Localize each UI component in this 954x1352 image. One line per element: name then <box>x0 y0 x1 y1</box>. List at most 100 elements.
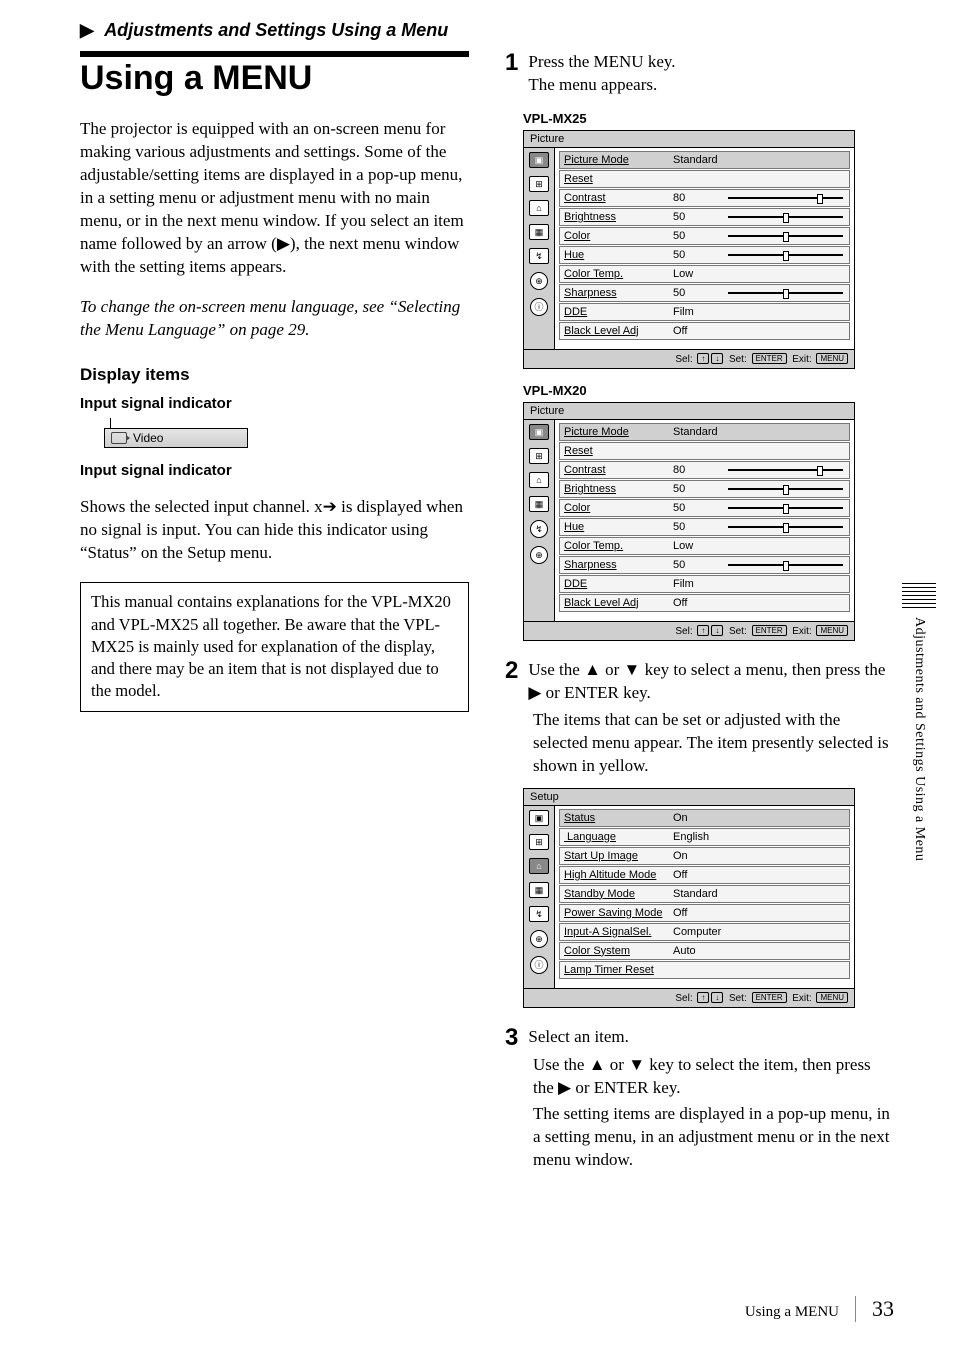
osd-row: Sharpness50 <box>559 284 850 302</box>
osd-row-value: Off <box>669 597 728 609</box>
step-number: 1 <box>505 51 518 97</box>
input-indicator-label: Input signal indicator <box>80 395 469 412</box>
step3-line2: Use the ▲ or ▼ key to select the item, t… <box>533 1054 894 1100</box>
osd-row-label: Color Temp. <box>560 540 669 552</box>
step3-line3: The setting items are displayed in a pop… <box>533 1103 894 1172</box>
side-tab-text: Adjustments and Settings Using a Menu <box>911 617 927 861</box>
osd-row-value: 50 <box>669 211 728 223</box>
osd-row-label: Standby Mode <box>560 888 669 900</box>
osd-row: Black Level AdjOff <box>559 322 850 340</box>
footer-title: Using a MENU <box>745 1304 839 1321</box>
step-2: 2 Use the ▲ or ▼ key to select a menu, t… <box>505 659 894 705</box>
step1-line1: Press the MENU key. <box>528 51 675 74</box>
osd-slider <box>728 193 843 203</box>
osd-row-label: Start Up Image <box>560 850 669 862</box>
osd-row-value: Standard <box>669 154 728 166</box>
osd-category-icon: ⓘ <box>530 298 548 316</box>
osd-row: Contrast80 <box>559 189 850 207</box>
osd-category-icon: ▦ <box>529 882 549 898</box>
osd-row-label: Sharpness <box>560 559 669 571</box>
osd-row-label: Black Level Adj <box>560 597 669 609</box>
osd-row-value: Off <box>669 869 728 881</box>
osd-row-value: Film <box>669 306 728 318</box>
osd-row-value: 50 <box>669 559 728 571</box>
osd-slider <box>728 250 843 260</box>
osd-category-icon: ▣ <box>529 424 549 440</box>
input-indicator-body: Shows the selected input channel. x➔ is … <box>80 496 469 565</box>
h1-rule <box>80 51 469 57</box>
osd-row-value: 50 <box>669 249 728 261</box>
osd-row-value: Film <box>669 578 728 590</box>
osd-row: High Altitude ModeOff <box>559 866 850 884</box>
osd-row-label: Color <box>560 502 669 514</box>
osd-category-icon: ⌂ <box>529 200 549 216</box>
osd-category-icon: ↯ <box>529 248 549 264</box>
input-indicator-heading: Input signal indicator <box>80 462 469 479</box>
osd-row: Picture ModeStandard <box>559 151 850 169</box>
osd-row-label: Power Saving Mode <box>560 907 669 919</box>
section-heading: ▶ Adjustments and Settings Using a Menu <box>80 20 894 41</box>
osd-row-label: Color <box>560 230 669 242</box>
osd-row: Color50 <box>559 227 850 245</box>
step-number: 3 <box>505 1026 518 1050</box>
osd-row: Power Saving ModeOff <box>559 904 850 922</box>
osd-row-label: Brightness <box>560 483 669 495</box>
osd-row: Picture ModeStandard <box>559 423 850 441</box>
osd-category-icon: ⌂ <box>529 472 549 488</box>
osd-category-icon: ⊕ <box>530 546 548 564</box>
osd-row: Color Temp.Low <box>559 265 850 283</box>
osd-row-value: On <box>669 850 728 862</box>
osd-footer: Sel: ↑↓ Set: ENTER Exit: MENU <box>524 988 854 1007</box>
manual-note-box: This manual contains explanations for th… <box>80 582 469 711</box>
osd-row-label: DDE <box>560 578 669 590</box>
osd-category-icon: ⊞ <box>529 834 549 850</box>
osd-row: Hue50 <box>559 518 850 536</box>
video-label: Video <box>133 431 163 445</box>
step-number: 2 <box>505 659 518 705</box>
osd-row: Black Level AdjOff <box>559 594 850 612</box>
osd-row-value: Auto <box>669 945 728 957</box>
osd-icon-strip: ▣⊞⌂▦↯⊕ⓘ <box>524 148 555 349</box>
osd-row: Hue50 <box>559 246 850 264</box>
osd-slider <box>728 231 843 241</box>
osd-row-value: 50 <box>669 287 728 299</box>
osd-row: Standby ModeStandard <box>559 885 850 903</box>
osd-row-value: 50 <box>669 230 728 242</box>
osd-category-icon: ⊞ <box>529 448 549 464</box>
osd-row-label: Sharpness <box>560 287 669 299</box>
osd-row-value: Off <box>669 325 728 337</box>
osd-row-label: Picture Mode <box>560 154 669 166</box>
osd-row: Contrast80 <box>559 461 850 479</box>
osd-category-icon: ⓘ <box>530 956 548 974</box>
osd-row: Reset <box>559 442 850 460</box>
osd-row-value: On <box>669 812 728 824</box>
osd-row-value: 50 <box>669 521 728 533</box>
osd-category-icon: ▣ <box>529 810 549 826</box>
osd-row-value: 80 <box>669 464 728 476</box>
osd-row: Input-A SignalSel.Computer <box>559 923 850 941</box>
osd-title: Setup <box>524 789 854 806</box>
osd-slider <box>728 503 843 513</box>
osd-row-label: Reset <box>560 445 669 457</box>
osd-slider <box>728 484 843 494</box>
section-heading-text: Adjustments and Settings Using a Menu <box>104 20 448 40</box>
osd-row: Brightness50 <box>559 480 850 498</box>
osd-row-value: Standard <box>669 426 728 438</box>
osd-row-value: 80 <box>669 192 728 204</box>
osd-row-label: Color System <box>560 945 669 957</box>
osd-row: Start Up ImageOn <box>559 847 850 865</box>
osd-picture-mx25: Picture▣⊞⌂▦↯⊕ⓘPicture ModeStandardResetC… <box>523 130 855 369</box>
osd-icon-strip: ▣⊞⌂▦↯⊕ⓘ <box>524 806 555 988</box>
osd-row: Sharpness50 <box>559 556 850 574</box>
osd-row-label: Color Temp. <box>560 268 669 280</box>
osd-row: Lamp Timer Reset <box>559 961 850 979</box>
osd-row-label: Status <box>560 812 669 824</box>
osd-row: Color50 <box>559 499 850 517</box>
osd-row-value: Standard <box>669 888 728 900</box>
osd-row-label: Language <box>560 831 669 843</box>
osd-row-label: Reset <box>560 173 669 185</box>
osd-row: LanguageEnglish <box>559 828 850 846</box>
osd-row: DDEFilm <box>559 575 850 593</box>
osd-slider <box>728 465 843 475</box>
display-items-heading: Display items <box>80 365 469 385</box>
